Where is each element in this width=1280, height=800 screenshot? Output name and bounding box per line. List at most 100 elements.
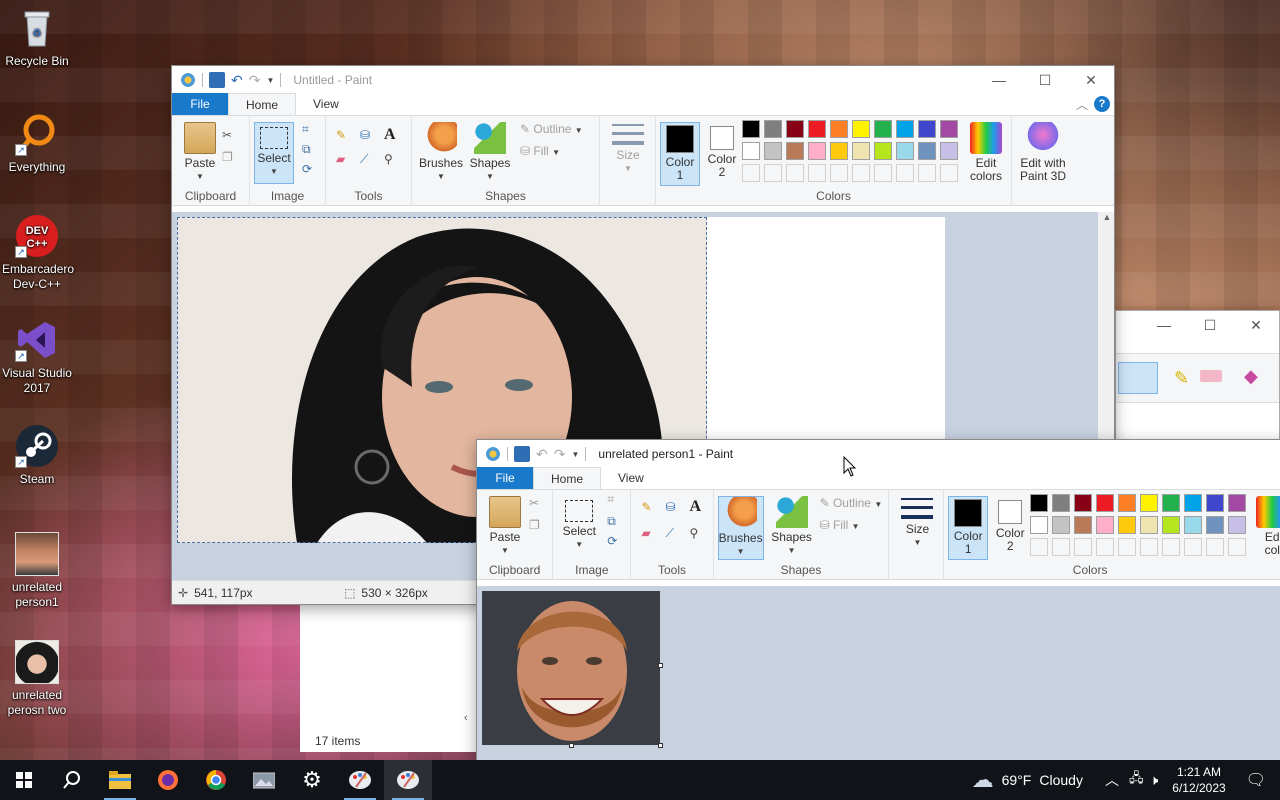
- color-swatch[interactable]: [1052, 494, 1071, 512]
- taskbar-photos[interactable]: [240, 760, 288, 800]
- color-swatch[interactable]: [1118, 538, 1137, 556]
- color-swatch[interactable]: [1228, 494, 1247, 512]
- color-swatch[interactable]: [830, 142, 848, 160]
- paint-window-unrelated-person1[interactable]: ↶ ↷ ▼ unrelated person1 - Paint File Hom…: [476, 439, 1280, 769]
- color-swatch[interactable]: [1140, 516, 1159, 534]
- desktop-icon-steam[interactable]: ↗ Steam: [2, 424, 72, 487]
- color-swatch[interactable]: [874, 164, 892, 182]
- paste-button[interactable]: Paste ▼: [182, 122, 218, 183]
- select-button[interactable]: Select ▼: [557, 496, 601, 551]
- eraser-icon[interactable]: ▰: [336, 152, 352, 168]
- color-swatch[interactable]: [896, 142, 914, 160]
- color-swatch[interactable]: [808, 120, 826, 138]
- color-swatch[interactable]: [940, 142, 958, 160]
- color-swatch[interactable]: [1206, 516, 1225, 534]
- resize-handle[interactable]: [658, 743, 663, 748]
- tab-view[interactable]: View: [601, 467, 661, 489]
- color2-button[interactable]: Color 2: [990, 496, 1030, 553]
- text-icon[interactable]: A: [384, 126, 400, 143]
- fill-button[interactable]: ⛁ Fill ▼: [820, 518, 860, 532]
- desktop-icon-everything[interactable]: ↗ Everything: [2, 112, 72, 175]
- color-swatch[interactable]: [1074, 538, 1093, 556]
- color-picker-icon[interactable]: ⟋: [665, 526, 681, 542]
- clock[interactable]: 1:21 AM 6/12/2023: [1172, 764, 1225, 796]
- color-swatch[interactable]: [1162, 516, 1181, 534]
- color-swatch[interactable]: [1140, 494, 1159, 512]
- color-swatch[interactable]: [896, 164, 914, 182]
- color-swatch[interactable]: [874, 120, 892, 138]
- highlighter-icon[interactable]: ✎: [1174, 368, 1189, 389]
- color-swatch[interactable]: [1206, 494, 1225, 512]
- color-swatch[interactable]: [1184, 538, 1203, 556]
- crop-icon[interactable]: ⌗: [607, 492, 623, 508]
- color-swatch[interactable]: [1030, 494, 1049, 512]
- rotate-icon[interactable]: ⟳: [607, 534, 623, 550]
- color-swatch[interactable]: [896, 120, 914, 138]
- color-swatch[interactable]: [742, 164, 760, 182]
- copy-icon[interactable]: ❐: [529, 518, 545, 534]
- color-swatch[interactable]: [1184, 494, 1203, 512]
- minimize-button[interactable]: —: [1141, 311, 1187, 339]
- color-picker-icon[interactable]: ⟋: [360, 152, 376, 168]
- color-swatch[interactable]: [1184, 516, 1203, 534]
- redo-icon[interactable]: ↷: [249, 72, 261, 89]
- color-swatch[interactable]: [1052, 516, 1071, 534]
- save-icon[interactable]: [514, 446, 530, 462]
- weather-condition[interactable]: Cloudy: [1039, 772, 1083, 788]
- color-swatch[interactable]: [918, 142, 936, 160]
- paint-app-icon[interactable]: [485, 446, 501, 462]
- maximize-button[interactable]: ☐: [1187, 311, 1233, 339]
- size-button[interactable]: Size ▼: [901, 496, 934, 549]
- explorer-window[interactable]: ‹ 17 items: [300, 600, 480, 752]
- weather-temperature[interactable]: 69°F: [1002, 772, 1032, 788]
- desktop-icon-visual-studio[interactable]: ↗ Visual Studio 2017: [2, 318, 72, 396]
- color-swatch[interactable]: [940, 164, 958, 182]
- color-swatch[interactable]: [852, 164, 870, 182]
- taskbar-paint-active[interactable]: [384, 760, 432, 800]
- undo-icon[interactable]: ↶: [231, 72, 243, 89]
- copy-icon[interactable]: ❐: [222, 150, 238, 166]
- fill-bucket-icon[interactable]: ⛁: [665, 500, 681, 516]
- tab-file[interactable]: File: [477, 467, 533, 489]
- notifications-icon[interactable]: 🗨: [1246, 770, 1266, 790]
- pencil-icon[interactable]: ✎: [641, 500, 657, 516]
- eraser-icon[interactable]: [1200, 370, 1222, 382]
- cut-icon[interactable]: ✂: [222, 128, 238, 144]
- color-swatch[interactable]: [786, 142, 804, 160]
- resize-handle[interactable]: [569, 743, 574, 748]
- resize-icon[interactable]: ⧉: [607, 514, 623, 530]
- paint-window-third[interactable]: — ☐ ✕ ✎ ◆: [1115, 310, 1280, 440]
- color-swatch[interactable]: [742, 142, 760, 160]
- color-swatch[interactable]: [852, 142, 870, 160]
- crop-icon[interactable]: ⌗: [302, 122, 318, 138]
- qat-dropdown-icon[interactable]: ▼: [266, 76, 274, 85]
- color-swatch[interactable]: [1118, 516, 1137, 534]
- desktop-icon-unrelated-perosn-two[interactable]: unrelated perosn two: [2, 640, 72, 718]
- color-swatch[interactable]: [1162, 494, 1181, 512]
- fill-bucket-icon[interactable]: ⛁: [360, 128, 376, 144]
- outline-button[interactable]: ✎ Outline ▼: [820, 496, 883, 510]
- color-swatch[interactable]: [786, 164, 804, 182]
- outline-button[interactable]: ✎ Outline ▼: [520, 122, 583, 136]
- color-swatch[interactable]: [808, 164, 826, 182]
- color-swatch[interactable]: [1206, 538, 1225, 556]
- start-button[interactable]: [0, 760, 48, 800]
- undo-icon[interactable]: ↶: [536, 446, 548, 463]
- cut-icon[interactable]: ✂: [529, 496, 545, 512]
- save-icon[interactable]: [209, 72, 225, 88]
- qat-dropdown-icon[interactable]: ▼: [571, 450, 579, 459]
- color-swatch[interactable]: [764, 120, 782, 138]
- paint3d-icon[interactable]: ◆: [1244, 366, 1258, 387]
- tab-view[interactable]: View: [296, 93, 356, 115]
- color-swatch[interactable]: [1162, 538, 1181, 556]
- color-swatch[interactable]: [1140, 538, 1159, 556]
- color-swatch[interactable]: [874, 142, 892, 160]
- color-swatch[interactable]: [764, 142, 782, 160]
- color-swatch[interactable]: [1030, 516, 1049, 534]
- weather-cloud-icon[interactable]: ☁: [972, 767, 994, 793]
- color-swatch[interactable]: [1074, 494, 1093, 512]
- tab-home[interactable]: Home: [533, 467, 602, 489]
- desktop-icon-unrelated-person1[interactable]: unrelated person1: [2, 532, 72, 610]
- title-bar[interactable]: ↶ ↷ ▼ Untitled - Paint — ☐ ✕: [172, 66, 1114, 94]
- color-swatch[interactable]: [786, 120, 804, 138]
